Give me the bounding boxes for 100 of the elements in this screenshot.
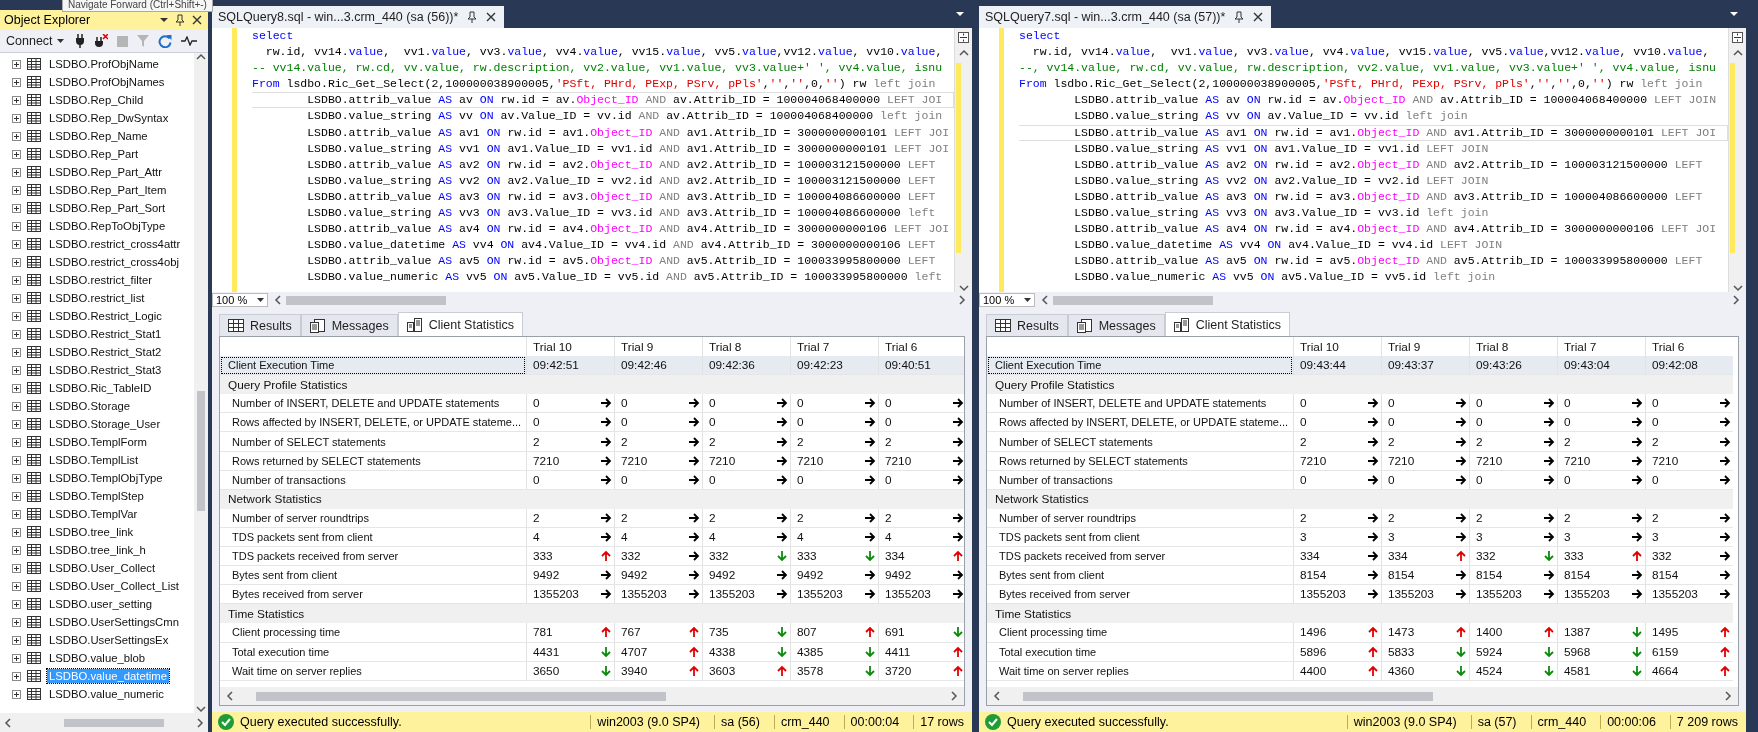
table-cell: 0 [621, 472, 628, 487]
tree-item[interactable]: LSDBO.Rep_Part_Item [47, 183, 169, 197]
table-cell: 2 [709, 510, 716, 525]
tree-item[interactable]: LSDBO.Storage [47, 399, 132, 413]
table-cell: 3 [1300, 530, 1307, 544]
result-tab[interactable]: Client Statistics [1164, 312, 1291, 336]
table-cell: 0 [797, 472, 804, 487]
table-cell: 0 [621, 396, 628, 411]
code-line: From lsdbo.Ric_Get_Select(2,100000038900005,'PSft, PHrd, PExp, PSrv, pPls','','',0,'') rw left join [252, 76, 937, 93]
table-cell: 0 [621, 415, 628, 430]
section-header: Network Statistics [987, 489, 1733, 509]
table-cell: 7210 [621, 453, 648, 468]
code-line: LSDBO.attrib_value AS av1 ON rw.id = av1.Object_ID AND av1.Attrib_ID = 3000000000101 LEFT JOI [1019, 124, 1728, 141]
row-label: Rows affected by INSERT, DELETE, or UPDATE stateme... [987, 413, 1293, 433]
connect-button[interactable]: Connect [4, 34, 66, 48]
tree-item[interactable]: LSDBO.Storage_User [47, 417, 163, 431]
tree-item[interactable]: LSDBO.value_blob [47, 651, 148, 665]
zoom-dropdown[interactable]: 100 % [212, 293, 268, 307]
table-cell: 0 [533, 396, 540, 411]
tree-item[interactable]: LSDBO.user_setting [47, 597, 154, 611]
tree-item[interactable]: LSDBO.Rep_Part [47, 147, 141, 161]
tree-item[interactable]: LSDBO.RepToObjType [47, 219, 168, 233]
table-cell: 767 [621, 625, 641, 640]
tree-item[interactable]: LSDBO.tree_link_h [47, 543, 148, 557]
status-field: sa (57) [1470, 715, 1525, 729]
row-label: Total execution time [220, 642, 526, 662]
table-cell: 781 [533, 625, 553, 640]
table-cell: 4 [709, 530, 716, 544]
table-cell: 1355203 [1564, 587, 1610, 602]
tree-item[interactable]: LSDBO.Rep_Child [47, 93, 146, 107]
table-cell: 09:42:23 [790, 356, 878, 376]
tab-title: SQLQuery8.sql - win...3.crm_440 (sa (56))* [218, 10, 459, 24]
table-cell: 7210 [533, 453, 560, 468]
table-cell: 2 [709, 434, 716, 449]
tree-item[interactable]: LSDBO.TemplForm [47, 435, 149, 449]
table-cell: 0 [1564, 415, 1571, 430]
status-message: Query executed successfully. [240, 715, 403, 729]
table-cell: 4524 [1476, 663, 1503, 678]
code-line: LSDBO.value_string AS vv1 ON av1.Value_ID = vv1.id LEFT JOIN [1073, 140, 1490, 157]
tree-item[interactable]: LSDBO.Rep_DwSyntax [47, 111, 171, 125]
row-label: Client processing time [220, 623, 526, 643]
tree-item[interactable]: LSDBO.restrict_filter [47, 273, 154, 287]
tree-item[interactable]: LSDBO.UserSettingsCmn [47, 615, 181, 629]
table-cell: 807 [797, 625, 817, 640]
tree-item[interactable]: LSDBO.value_numeric [47, 687, 166, 701]
result-tab[interactable]: Client Statistics [397, 312, 524, 336]
tree-item[interactable]: LSDBO.restrict_list [47, 291, 147, 305]
tree-item[interactable]: LSDBO.Restrict_Logic [47, 309, 164, 323]
code-line: LSDBO.value_datetime AS vv4 ON av4.Value_ID = vv4.id LEFT JOIN [1073, 237, 1504, 254]
result-tab[interactable]: Messages [300, 314, 398, 336]
table-cell: 09:42:36 [702, 356, 790, 376]
table-cell: 2 [1476, 510, 1483, 525]
code-line: LSDBO.attrib_value AS av4 ON rw.id = av4.Object_ID AND av4.Attrib_ID = 3000000000106 LEFT JOI [1073, 221, 1718, 238]
status-field: win2003 (9.0 SP4) [1346, 715, 1465, 729]
tree-item[interactable]: LSDBO.Rep_Part_Sort [47, 201, 168, 215]
table-cell: 2 [621, 434, 628, 449]
tree-item[interactable]: LSDBO.Restrict_Stat1 [47, 327, 164, 341]
tree-item[interactable]: LSDBO.Rep_Name [47, 129, 150, 143]
code-line: LSDBO.value_string AS vv2 ON av2.Value_ID = vv2.id AND av2.Attrib_ID = 100003121500000 LEFT [306, 172, 937, 189]
row-label: Number of INSERT, DELETE and UPDATE statements [220, 394, 526, 414]
result-tab[interactable]: Messages [1067, 314, 1165, 336]
tree-item[interactable]: LSDBO.TemplObjType [47, 471, 165, 485]
status-field: crm_440 [773, 715, 838, 729]
table-cell: 09:42:08 [1645, 356, 1733, 376]
result-tab[interactable]: Results [986, 314, 1068, 336]
tree-item[interactable]: LSDBO.Rep_Part_Attr [47, 165, 165, 179]
zoom-dropdown[interactable]: 100 % [979, 293, 1035, 307]
tree-item[interactable]: LSDBO.User_Collect [47, 561, 158, 575]
tree-item[interactable]: LSDBO.Restrict_Stat2 [47, 345, 164, 359]
tree-item[interactable]: LSDBO.UserSettingsEx [47, 633, 171, 647]
tree-item[interactable]: LSDBO.Ric_TableID [47, 381, 154, 395]
section-header: Time Statistics [987, 604, 1733, 624]
tree-item[interactable]: LSDBO.TemplVar [47, 507, 140, 521]
tree-item[interactable]: LSDBO.tree_link [47, 525, 136, 539]
table-cell: 2 [1300, 510, 1307, 525]
tooltip: Navigate Forward (Ctrl+Shift+-) [62, 0, 213, 12]
row-label: TDS packets received from server [987, 547, 1293, 567]
table-cell: 4411 [885, 644, 911, 659]
code-line: LSDBO.attrib_value AS av5 ON rw.id = av5.Object_ID AND av5.Attrib_ID = 100033995800000 LEFT [1073, 253, 1704, 270]
row-label: Bytes sent from client [987, 566, 1293, 586]
result-tab[interactable]: Results [219, 314, 301, 336]
tree-item[interactable]: LSDBO.ProfObjName [47, 57, 161, 71]
tree-item[interactable]: LSDBO.Restrict_Stat3 [47, 363, 164, 377]
tree-item[interactable]: LSDBO.restrict_cross4obj [47, 255, 181, 269]
document-tab[interactable]: SQLQuery7.sql - win...3.crm_440 (sa (57))* [979, 6, 1272, 28]
table-cell: 09:40:51 [878, 356, 964, 376]
tree-item[interactable]: LSDBO.TemplStep [47, 489, 146, 503]
table-cell: 1355203 [1388, 587, 1434, 602]
code-line: LSDBO.value_string AS vv1 ON av1.Value_ID = vv1.id AND av1.Attrib_ID = 3000000000101 LEFT JOI [306, 140, 951, 157]
row-label: Number of SELECT statements [987, 432, 1293, 452]
code-line: select [1019, 28, 1062, 44]
table-cell: 0 [1388, 472, 1395, 487]
tree-item[interactable]: LSDBO.User_Collect_List [47, 579, 181, 593]
row-label: Wait time on server replies [220, 661, 526, 681]
code-line: LSDBO.value_datetime AS vv4 ON av4.Value_ID = vv4.id AND av4.Attrib_ID = 3000000000106 LEFT [306, 237, 937, 254]
tree-item[interactable]: LSDBO.ProfObjNames [47, 75, 167, 89]
code-line: LSDBO.value_numeric AS vv5 ON av5.Value_ID = vv5.id left join [1073, 269, 1497, 286]
tree-item[interactable]: LSDBO.TemplList [47, 453, 141, 467]
document-tab[interactable]: SQLQuery8.sql - win...3.crm_440 (sa (56))* [212, 6, 505, 28]
tree-item[interactable]: LSDBO.restrict_cross4attr [47, 237, 183, 251]
